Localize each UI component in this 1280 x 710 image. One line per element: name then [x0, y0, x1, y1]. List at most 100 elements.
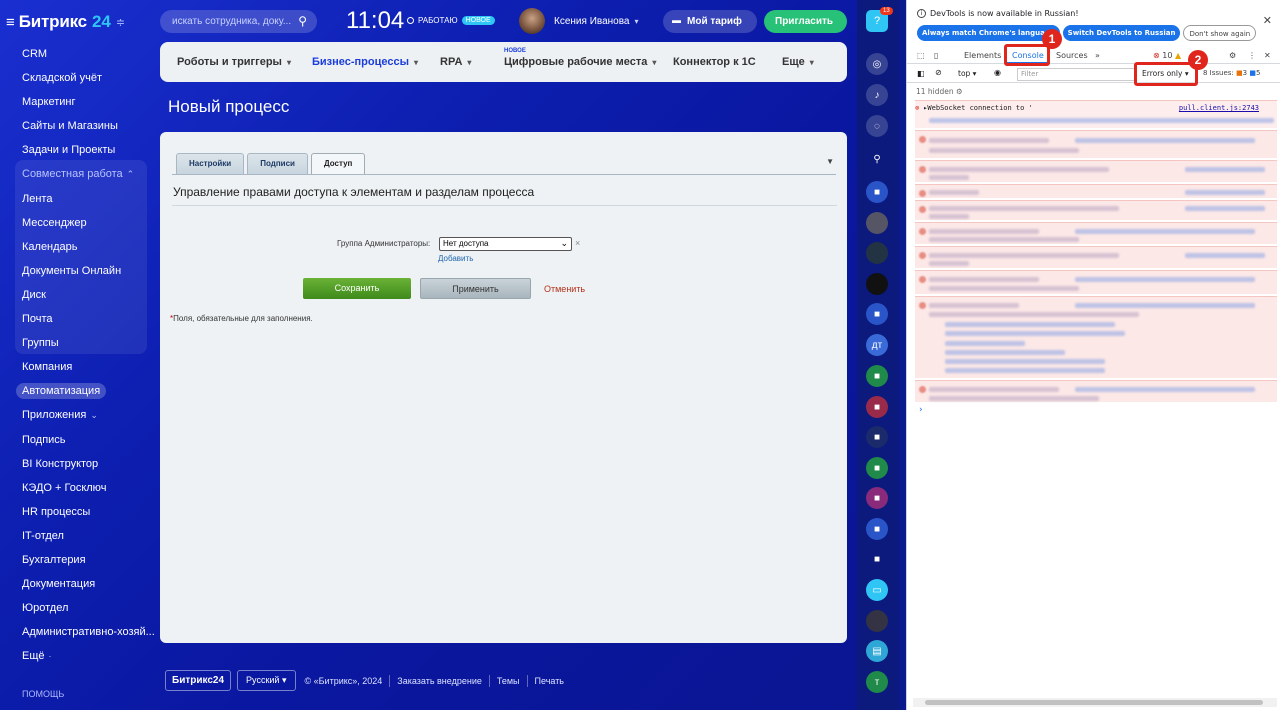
- user-menu[interactable]: Ксения Иванова ▾: [554, 16, 639, 27]
- console-error-row[interactable]: [915, 380, 1277, 402]
- contact-initials-icon[interactable]: т: [866, 671, 888, 693]
- tab-signatures[interactable]: Подписи: [247, 153, 308, 174]
- contact-avatar-icon[interactable]: [866, 242, 888, 264]
- switch-russian-button[interactable]: Switch DevTools to Russian: [1062, 25, 1181, 41]
- chat-bubble-icon[interactable]: ◌: [866, 115, 888, 137]
- print-link[interactable]: Печать: [535, 676, 564, 686]
- menu-item-disk[interactable]: Диск: [0, 283, 155, 307]
- menu-item-messenger[interactable]: Мессенджер: [0, 211, 155, 235]
- avatar[interactable]: [519, 8, 545, 34]
- horizontal-scrollbar[interactable]: [913, 698, 1277, 707]
- console-error-row[interactable]: [915, 296, 1277, 378]
- contact-initials-icon[interactable]: дт: [866, 334, 888, 356]
- settings-icon[interactable]: ⚙: [956, 87, 963, 96]
- nav-workplaces[interactable]: Цифровые рабочие места ▾: [504, 56, 656, 68]
- tab-elements[interactable]: Elements: [964, 51, 1001, 60]
- eye-icon[interactable]: ◉: [994, 68, 1001, 77]
- menu-item-docs-online[interactable]: Документы Онлайн: [0, 259, 155, 283]
- copilot-icon[interactable]: ◎: [866, 53, 888, 75]
- sidebar-toggle-icon[interactable]: ◧: [917, 69, 925, 78]
- menu-item-automation[interactable]: Автоматизация: [0, 379, 155, 403]
- menu-item-more[interactable]: Ещё ·: [0, 644, 155, 668]
- collapse-icon[interactable]: ▼: [826, 157, 834, 166]
- menu-item-sites[interactable]: Сайты и Магазины: [0, 114, 155, 138]
- work-status[interactable]: РАБОТАЮ НОВОЕ: [407, 16, 495, 25]
- console-error-row[interactable]: [915, 270, 1277, 294]
- console-error-row[interactable]: [915, 184, 1277, 198]
- nav-1c[interactable]: Коннектор к 1С: [673, 56, 756, 68]
- save-button[interactable]: Сохранить: [303, 278, 411, 299]
- filter-input[interactable]: Filter: [1017, 68, 1135, 81]
- menu-burger-icon[interactable]: ≡: [6, 14, 15, 31]
- scrollbar-thumb[interactable]: [925, 700, 1263, 705]
- nav-rpa[interactable]: RPA ▾: [440, 56, 471, 68]
- lock-icon[interactable]: ■: [866, 548, 888, 570]
- menu-item-bi[interactable]: BI Конструктор: [0, 452, 155, 476]
- console-error-row[interactable]: [915, 160, 1277, 182]
- contact-avatar-icon[interactable]: [866, 212, 888, 234]
- menu-item-kedo[interactable]: КЭДО + Госключ: [0, 476, 155, 500]
- context-select[interactable]: top ▾: [958, 69, 976, 78]
- first-error-text[interactable]: ⊗ ▸WebSocket connection to ': [915, 104, 1033, 112]
- search-icon[interactable]: ⚲: [866, 148, 888, 170]
- menu-item-documentation[interactable]: Документация: [0, 572, 155, 596]
- order-link[interactable]: Заказать внедрение: [397, 676, 482, 686]
- search-icon[interactable]: ⚲: [298, 14, 307, 28]
- kebab-menu-icon[interactable]: ⋮: [1248, 51, 1256, 60]
- menu-item-it[interactable]: IT-отдел: [0, 524, 155, 548]
- menu-item-company[interactable]: Компания: [0, 355, 155, 379]
- lock-icon[interactable]: ■: [866, 396, 888, 418]
- contact-avatar-icon[interactable]: [866, 273, 888, 295]
- lock-icon[interactable]: ■: [866, 365, 888, 387]
- document-icon[interactable]: ▤: [866, 640, 888, 662]
- lock-icon[interactable]: ■: [866, 426, 888, 448]
- language-select[interactable]: Русский ▾: [237, 670, 296, 691]
- menu-item-warehouse[interactable]: Складской учёт: [0, 66, 155, 90]
- more-tabs-icon[interactable]: »: [1095, 51, 1100, 60]
- tab-sources[interactable]: Sources: [1056, 51, 1088, 60]
- lock-icon[interactable]: ■: [866, 487, 888, 509]
- inspect-icon[interactable]: ⬚: [917, 51, 925, 60]
- menu-item-groups[interactable]: Группы: [0, 331, 155, 355]
- menu-item-calendar[interactable]: Календарь: [0, 235, 155, 259]
- tariff-button[interactable]: ▬ Мой тариф: [663, 10, 757, 33]
- menu-item-marketing[interactable]: Маркетинг: [0, 90, 155, 114]
- menu-item-feed[interactable]: Лента: [0, 187, 155, 211]
- menu-item-crm[interactable]: CRM: [0, 42, 155, 66]
- lock-icon[interactable]: ■: [866, 518, 888, 540]
- chat-group-icon[interactable]: ▭: [866, 579, 888, 601]
- device-toggle-icon[interactable]: ▯: [934, 51, 938, 60]
- nav-bizproc[interactable]: Бизнес-процессы ▾: [312, 56, 418, 68]
- menu-item-apps[interactable]: Приложения ⌄: [0, 403, 155, 427]
- access-select[interactable]: Нет доступа ⌄: [439, 237, 572, 251]
- menu-item-sign[interactable]: Подпись: [0, 428, 155, 452]
- nav-robots[interactable]: Роботы и триггеры ▾: [177, 56, 291, 68]
- error-counter[interactable]: ⊗ 10 ▲: [1153, 51, 1181, 60]
- console-prompt[interactable]: ›: [919, 405, 923, 415]
- theme-toggle-icon[interactable]: ≑: [116, 16, 125, 29]
- invite-button[interactable]: Пригласить: [764, 10, 847, 33]
- tab-access[interactable]: Доступ: [310, 153, 366, 175]
- issues-counter[interactable]: 8 Issues: ■3 ■5: [1203, 69, 1260, 77]
- console-error-row[interactable]: [915, 222, 1277, 244]
- search-input[interactable]: искать сотрудника, доку... ⚲: [160, 10, 317, 33]
- close-icon[interactable]: ✕: [1263, 14, 1272, 27]
- apply-button[interactable]: Применить: [420, 278, 531, 299]
- close-devtools-icon[interactable]: ✕: [1264, 51, 1271, 60]
- clear-console-icon[interactable]: ⊘: [935, 68, 942, 77]
- lock-icon[interactable]: ■: [866, 181, 888, 203]
- tab-settings[interactable]: Настройки: [176, 153, 245, 174]
- source-link[interactable]: pull.client.js:2743: [1179, 104, 1259, 112]
- menu-item-mail[interactable]: Почта: [0, 307, 155, 331]
- menu-item-admin[interactable]: Административно-хозяй...: [0, 620, 155, 644]
- lock-icon[interactable]: ■: [866, 303, 888, 325]
- contact-avatar-icon[interactable]: [866, 610, 888, 632]
- console-error-row[interactable]: [915, 200, 1277, 220]
- menu-item-collaboration[interactable]: Совместная работа ⌃: [0, 162, 155, 186]
- add-link[interactable]: Добавить: [438, 254, 473, 263]
- dont-show-button[interactable]: Don't show again: [1183, 25, 1257, 41]
- remove-icon[interactable]: ×: [575, 238, 580, 248]
- menu-item-tasks[interactable]: Задачи и Проекты: [0, 138, 155, 162]
- menu-item-hr[interactable]: HR процессы: [0, 500, 155, 524]
- menu-item-accounting[interactable]: Бухгалтерия: [0, 548, 155, 572]
